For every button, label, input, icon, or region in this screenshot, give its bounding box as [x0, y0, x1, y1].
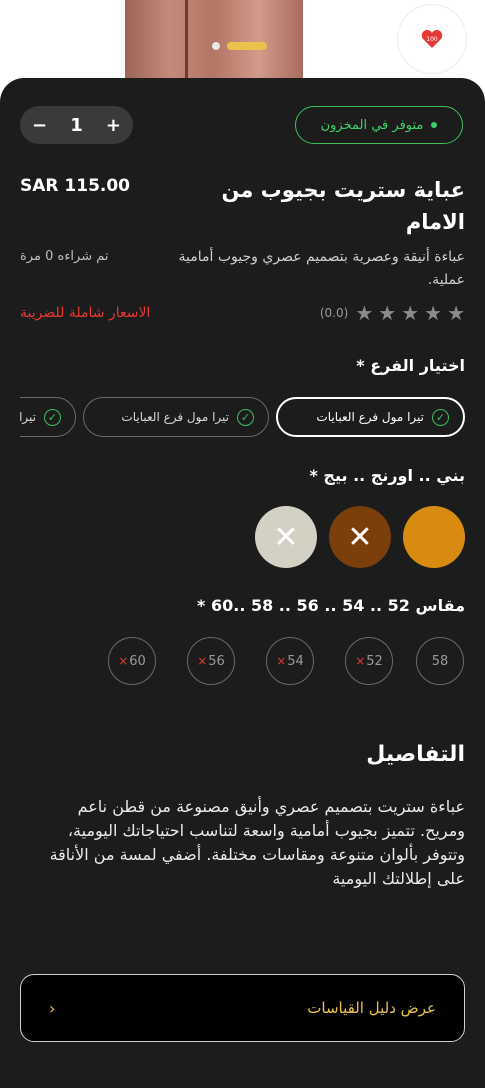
color-section-title: بني .. اورنج .. بيج * — [309, 466, 465, 485]
unavailable-x-icon: × — [355, 654, 366, 668]
details-body: عباءة ستريت بتصميم عصري وأنيق مصنوعة من … — [49, 797, 465, 888]
branch-label: تيرا مول فرع العبايات — [121, 410, 229, 424]
size-label: 54 — [287, 653, 304, 669]
details-title: التفاصيل — [366, 742, 465, 767]
product-title: عباية ستريت بجيوب من الامام — [221, 178, 465, 234]
increase-button[interactable]: + — [106, 115, 121, 136]
branch-option[interactable]: ✓ تيرا مول فرع العبايات — [83, 397, 269, 437]
color-swatch[interactable]: ✕ — [255, 506, 317, 568]
branch-option[interactable]: ✓ تيرا مول فرع العبايات — [276, 397, 465, 437]
favorite-badge[interactable]: 100 — [397, 4, 467, 74]
svg-text:100: 100 — [426, 36, 438, 43]
size-option[interactable]: × 52 — [345, 637, 393, 685]
size-label: 56 — [208, 653, 225, 669]
size-label: 58 — [431, 653, 449, 669]
rating: (0.0) ★ ★ ★ ★ ★ — [320, 303, 465, 323]
tax-note: الاسعار شاملة للضريبة — [20, 305, 151, 321]
check-circle-icon: ✓ — [44, 408, 61, 426]
check-circle-icon: ✓ — [432, 408, 449, 426]
star-icon: ★ — [355, 301, 374, 325]
heart-icon: 100 — [421, 30, 443, 48]
star-icon: ★ — [401, 301, 420, 325]
unavailable-x-icon: ✕ — [273, 519, 299, 555]
carousel-dot-active[interactable] — [227, 42, 267, 50]
chevron-left-icon: ‹ — [49, 998, 56, 1018]
size-option[interactable]: × 54 — [266, 637, 314, 685]
branch-label: تيرا مو — [20, 410, 36, 424]
branch-label: تيرا مول فرع العبايات — [316, 410, 424, 424]
size-guide-button[interactable]: عرض دليل القياسات ‹ — [20, 974, 465, 1042]
branch-option[interactable]: ✓ تيرا مو — [20, 397, 76, 437]
stock-label: متوفر في المخزون — [320, 117, 424, 133]
rating-value: (0.0) — [319, 306, 349, 320]
unavailable-x-icon: × — [197, 654, 208, 668]
stock-status-badge: متوفر في المخزون — [295, 106, 463, 144]
product-description: عباءة أنيقة وعصرية بتصميم عصري وجيوب أما… — [178, 249, 465, 288]
carousel-dot[interactable] — [212, 42, 220, 50]
color-swatch[interactable] — [403, 506, 465, 568]
unavailable-x-icon: × — [118, 654, 129, 668]
unavailable-x-icon: ✕ — [347, 519, 373, 555]
product-price: SAR 115.00 — [20, 176, 131, 196]
quantity-value: 1 — [70, 114, 83, 136]
size-option[interactable]: × 60 — [108, 637, 156, 685]
signal-icon: ⁴ᴳ ᵢₗ — [338, 22, 357, 36]
star-icon: ★ — [378, 301, 397, 325]
color-swatch[interactable]: ✕ — [329, 506, 391, 568]
star-icon: ★ — [447, 301, 465, 325]
size-guide-label: عرض دليل القياسات — [307, 999, 436, 1017]
branch-options: ✓ تيرا مول فرع العبايات ✓ تيرا مول فرع ا… — [20, 397, 465, 437]
status-time: 13:55 — [68, 22, 112, 40]
quantity-stepper: − 1 + — [20, 106, 133, 144]
stock-dot-icon — [431, 122, 438, 128]
decrease-button[interactable]: − — [32, 115, 47, 136]
check-circle-icon: ✓ — [237, 408, 254, 426]
size-label: 60 — [129, 653, 146, 669]
size-option[interactable]: 58 — [416, 637, 464, 685]
unavailable-x-icon: × — [276, 654, 287, 668]
size-label: 52 — [366, 653, 383, 669]
size-option[interactable]: × 56 — [187, 637, 235, 685]
size-section-title: مقاس 52 .. 54 .. 56 .. 58 ..60 * — [197, 596, 465, 615]
branch-section-title: اختيار الفرع * — [356, 356, 465, 375]
star-icon: ★ — [424, 301, 443, 325]
bought-count: تم شراءه 0 مرة — [20, 249, 109, 264]
